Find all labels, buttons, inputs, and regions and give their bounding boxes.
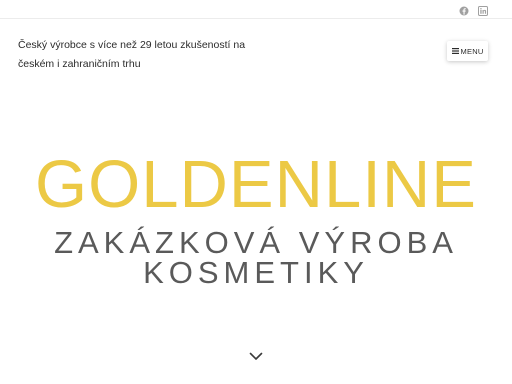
hamburger-icon xyxy=(451,48,459,54)
subtitle-line-2: KOSMETIKY xyxy=(143,255,369,290)
hero-subtitle: ZAKÁZKOVÁ VÝROBA KOSMETIKY xyxy=(0,225,512,290)
social-links xyxy=(459,3,488,16)
tagline-line-2: českém i zahraničním trhu xyxy=(18,58,141,70)
subtitle-line-1: ZAKÁZKOVÁ VÝROBA xyxy=(54,225,458,260)
facebook-icon[interactable] xyxy=(459,3,469,16)
brand-title: GOLDENLINE xyxy=(35,147,477,222)
linkedin-icon[interactable] xyxy=(478,3,488,16)
tagline-line-1: Český výrobce s více než 29 letou zkušen… xyxy=(18,39,246,51)
menu-button[interactable]: MENU xyxy=(447,41,488,61)
top-bar xyxy=(0,0,512,19)
menu-label: MENU xyxy=(460,46,484,56)
company-tagline: Český výrobce s více než 29 letou zkušen… xyxy=(18,36,246,74)
chevron-down-icon[interactable] xyxy=(249,352,263,361)
